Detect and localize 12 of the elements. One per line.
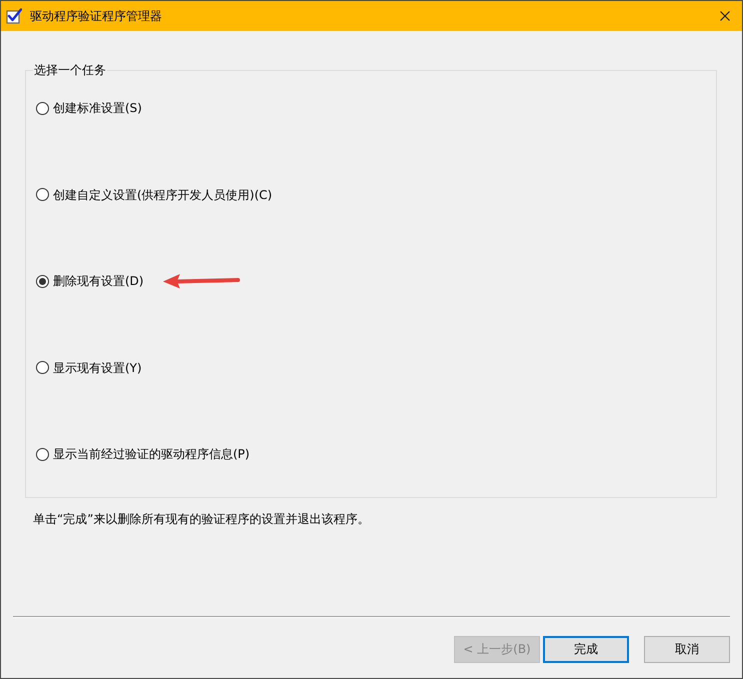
radio-option[interactable]: 显示现有设置(Y) — [36, 360, 142, 376]
tick-box-icon — [6, 8, 22, 24]
radio-option[interactable]: 创建自定义设置(供程序开发人员使用)(C) — [36, 186, 272, 202]
close-icon — [720, 11, 730, 21]
dialog-button[interactable]: 完成 — [543, 636, 629, 663]
radio-option[interactable]: 删除现有设置(D) — [36, 273, 144, 289]
description-text: 单击“完成”来以删除所有现有的验证程序的设置并退出该程序。 — [32, 511, 370, 527]
radio-option[interactable]: 创建标准设置(S) — [36, 100, 142, 116]
window-title: 驱动程序验证程序管理器 — [30, 8, 162, 24]
group-title: 选择一个任务 — [33, 62, 107, 78]
radio-option[interactable]: 显示当前经过验证的驱动程序信息(P) — [36, 446, 250, 462]
dialog-button[interactable]: 取消 — [644, 636, 730, 663]
